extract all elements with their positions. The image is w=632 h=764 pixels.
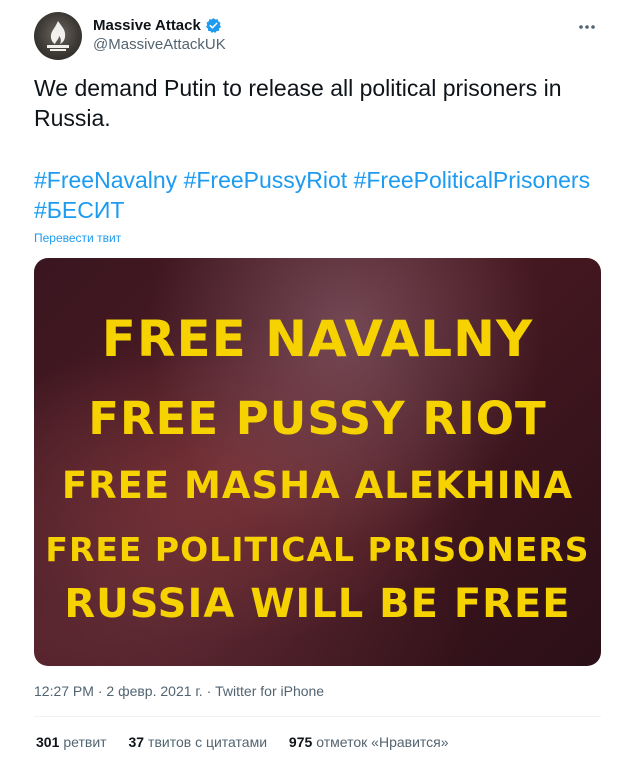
tweet-time[interactable]: 12:27 PM bbox=[34, 683, 94, 699]
tweet-header: Massive Attack @MassiveAttackUK bbox=[34, 10, 604, 62]
tweet-source[interactable]: Twitter for iPhone bbox=[215, 683, 324, 699]
hashtag-link[interactable]: #FreePoliticalPrisoners bbox=[354, 167, 590, 193]
media-text-line: FREE POLITICAL PRISONERS bbox=[45, 530, 590, 569]
more-options-button[interactable] bbox=[570, 10, 604, 44]
media-text-line: FREE PUSSY RIOT bbox=[88, 392, 547, 445]
quotes-label: твитов с цитатами bbox=[148, 734, 268, 750]
avatar[interactable] bbox=[34, 12, 82, 60]
hashtag-link[interactable]: #БЕСИТ bbox=[34, 197, 124, 223]
retweets-label: ретвит bbox=[63, 734, 107, 750]
hashtag-link[interactable]: #FreeNavalny bbox=[34, 167, 177, 193]
translate-tweet-link[interactable]: Перевести твит bbox=[34, 231, 121, 245]
quotes-stat[interactable]: 37 твитов с цитатами bbox=[128, 734, 267, 750]
tweet-media-image[interactable]: FREE NAVALNY FREE PUSSY RIOT FREE MASHA … bbox=[34, 258, 601, 666]
likes-count: 975 bbox=[288, 734, 313, 750]
more-dots-icon bbox=[579, 25, 595, 29]
retweets-stat[interactable]: 301 ретвит bbox=[36, 734, 107, 750]
retweets-count: 301 bbox=[36, 734, 60, 750]
verified-badge-icon bbox=[205, 17, 221, 33]
tweet: Massive Attack @MassiveAttackUK We deman… bbox=[0, 0, 632, 764]
quotes-count: 37 bbox=[128, 734, 145, 750]
media-text-line: RUSSIA WILL BE FREE bbox=[64, 581, 571, 627]
media-text-line: FREE MASHA ALEKHINA bbox=[61, 464, 574, 507]
flame-logo-icon bbox=[47, 21, 69, 51]
tweet-meta: 12:27 PM · 2 февр. 2021 г. · Twitter for… bbox=[34, 683, 324, 699]
author-handle[interactable]: @MassiveAttackUK bbox=[93, 36, 226, 53]
likes-label: отметок «Нравится» bbox=[316, 734, 449, 750]
meta-separator: · bbox=[97, 683, 103, 699]
tweet-date[interactable]: 2 февр. 2021 г. bbox=[106, 683, 202, 699]
hashtag-link[interactable]: #FreePussyRiot bbox=[184, 167, 348, 193]
hashtags: #FreeNavalny #FreePussyRiot #FreePolitic… bbox=[34, 165, 594, 225]
tweet-stats: 301 ретвит 37 твитов с цитатами 975 отметок… bbox=[36, 734, 467, 750]
author-names: Massive Attack @MassiveAttackUK bbox=[93, 15, 226, 54]
author-display-name[interactable]: Massive Attack bbox=[93, 17, 201, 34]
meta-separator: · bbox=[206, 683, 212, 699]
divider bbox=[34, 716, 601, 717]
likes-stat[interactable]: 975 отметок «Нравится» bbox=[289, 734, 449, 750]
tweet-text: We demand Putin to release all political… bbox=[34, 75, 562, 131]
media-text-line: FREE NAVALNY bbox=[101, 310, 534, 368]
